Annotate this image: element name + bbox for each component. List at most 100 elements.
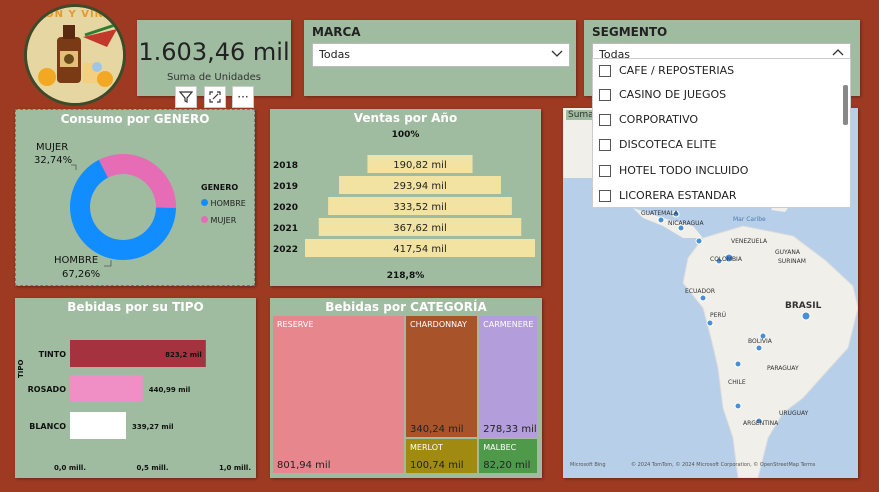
- funnel-year-label: 2020: [273, 203, 298, 213]
- map-label-uruguay: URUGUAY: [779, 410, 809, 417]
- map-label-argentina: ARGENTINA: [743, 420, 779, 427]
- map-label-chile: CHILE: [728, 379, 746, 386]
- treemap-tile-label: MERLOT: [410, 442, 443, 452]
- treemap-tile-value: 801,94 mil: [277, 460, 331, 471]
- categoria-title: Bebidas por CATEGORÍA: [325, 300, 487, 314]
- donut-slice-mujer[interactable]: [98, 154, 176, 208]
- more-options-icon[interactable]: ···: [232, 86, 254, 108]
- treemap-tile-label: CARMENERE: [483, 320, 534, 329]
- checkbox[interactable]: [599, 139, 611, 151]
- map-label-brasil: BRASIL: [785, 301, 822, 311]
- marca-dropdown[interactable]: Todas: [312, 43, 570, 67]
- funnel-year-label: 2021: [273, 224, 298, 234]
- legend-item-mujer[interactable]: MUJER: [201, 216, 236, 225]
- kpi-card[interactable]: 1.603,46 mil Suma de Unidades: [137, 20, 291, 96]
- checkbox[interactable]: [599, 89, 611, 101]
- segmento-title: SEGMENTO: [592, 25, 668, 39]
- genero-card[interactable]: Consumo por GENERO MUJER 32,74% HOMBRE 6…: [15, 109, 255, 286]
- treemap-tile-label: RESERVE: [277, 320, 314, 329]
- categoria-treemap[interactable]: RESERVE 801,94 mil CHARDONNAY 340,24 mil CAR…: [273, 316, 539, 475]
- marca-selected: Todas: [319, 48, 351, 61]
- treemap-tile-carmenere[interactable]: CARMENERE 278,33 mil: [479, 316, 537, 437]
- map-label-bolivia: BOLIVIA: [748, 338, 772, 345]
- segmento-option[interactable]: CASINO DE JUEGOS: [599, 85, 726, 105]
- treemap-tile-label: MALBEC: [483, 442, 517, 452]
- segmento-option[interactable]: HOTEL TODO INCLUIDO: [599, 161, 748, 181]
- bar-category-label: TINTO: [39, 350, 67, 359]
- legend-item-hombre[interactable]: HOMBRE: [201, 199, 246, 208]
- logo-text: RON Y VINO: [36, 9, 114, 20]
- funnel-bottom-label: 218,8%: [386, 271, 425, 281]
- segmento-option[interactable]: DISCOTECA ELITE: [599, 135, 716, 155]
- funnel-year-label: 2019: [273, 182, 298, 192]
- hombre-pct: 67,26%: [62, 269, 101, 280]
- funnel-value-label: 333,52 mil: [393, 202, 446, 213]
- treemap-tile-reserve[interactable]: RESERVE 801,94 mil: [273, 316, 405, 473]
- tipo-bar-chart[interactable]: TINTO 823,2 mil ROSADO 440,99 mil BLANCO 339,…: [15, 298, 256, 478]
- x-tick-label: 0,5 mill.: [137, 464, 169, 472]
- map-label-paraguay: PARAGUAY: [767, 365, 799, 372]
- bar-rosado[interactable]: [70, 375, 143, 402]
- map-label-sea: Mar Caribe: [733, 216, 766, 223]
- bar-category-label: BLANCO: [29, 422, 66, 431]
- mujer-pct: 32,74%: [34, 155, 73, 166]
- checkbox[interactable]: [599, 190, 611, 202]
- segmento-option[interactable]: CORPORATIVO: [599, 110, 698, 130]
- treemap-tile-merlot[interactable]: MERLOT 100,74 mil: [406, 438, 478, 473]
- map-bing-logo: Microsoft Bing: [570, 462, 606, 468]
- mujer-label: MUJER: [36, 142, 69, 153]
- treemap-tile-value: 278,33 mil: [483, 423, 537, 435]
- treemap-tile-value: 100,74 mil: [410, 459, 464, 471]
- visual-header-toolbar: ···: [175, 86, 257, 108]
- funnel-year-label: 2018: [273, 161, 298, 171]
- checkbox[interactable]: [599, 65, 611, 77]
- treemap-tile-label: CHARDONNAY: [410, 320, 467, 329]
- map-label-surinam: SURINAM: [778, 258, 806, 265]
- leader-line-hombre: [104, 260, 112, 267]
- list-scrollbar[interactable]: [843, 85, 848, 125]
- funnel-year-label: 2022: [273, 245, 298, 255]
- segmento-options-list[interactable]: CAFE / REPOSTERIAS CASINO DE JUEGOS CORP…: [592, 58, 851, 208]
- x-tick-label: 1,0 mill.: [219, 464, 251, 472]
- funnel-value-label: 190,82 mil: [393, 160, 446, 171]
- treemap-tile-value: 340,24 mil: [410, 423, 464, 435]
- filter-icon[interactable]: [175, 86, 197, 108]
- checkbox[interactable]: [599, 114, 611, 126]
- map-label-guatemala: GUATEMALA: [641, 210, 679, 217]
- ventas-funnel-chart[interactable]: 190,82 mil 2018 293,94 mil 2019 333,52 mil 20…: [270, 109, 541, 286]
- map-label-guyana: GUYANA: [775, 249, 800, 256]
- tipo-card[interactable]: Bebidas por su TIPO TIPO TINTO 823,2 mil R…: [15, 298, 256, 478]
- logo-illustration: [27, 7, 123, 103]
- chevron-down-icon: [551, 44, 563, 66]
- categoria-card[interactable]: Bebidas por CATEGORÍA RESERVE 801,94 mil C…: [270, 298, 542, 478]
- map-label-colombia: COLOMBIA: [710, 256, 742, 263]
- kpi-value: 1.603,46 mil: [138, 38, 290, 66]
- kpi-label: Suma de Unidades: [166, 72, 262, 83]
- treemap-tile-malbec[interactable]: MALBEC 82,20 mil: [479, 438, 537, 473]
- funnel-value-label: 367,62 mil: [393, 223, 446, 234]
- map-attribution[interactable]: © 2024 TomTom, © 2024 Microsoft Corporat…: [631, 462, 815, 468]
- treemap-tile-chardonnay[interactable]: CHARDONNAY 340,24 mil: [406, 316, 478, 437]
- segmento-option[interactable]: CAFE / REPOSTERIAS: [599, 61, 734, 81]
- funnel-value-label: 293,94 mil: [393, 181, 446, 192]
- ventas-card[interactable]: Ventas por Año 100% 190,82 mil 2018 293,94…: [270, 109, 541, 286]
- map-label-ecuador: ECUADOR: [685, 288, 715, 295]
- legend-title: GENERO: [201, 183, 239, 192]
- map-label-nicaragua: NICARAGUA: [668, 220, 704, 227]
- bar-category-label: ROSADO: [28, 385, 67, 394]
- map-label-peru: PERÚ: [710, 312, 726, 319]
- bar-value-label: 339,27 mil: [132, 423, 174, 431]
- focus-mode-icon[interactable]: [204, 86, 226, 108]
- marca-slicer: MARCA Todas: [304, 20, 576, 96]
- segmento-option[interactable]: LICORERA ESTANDAR: [599, 186, 737, 206]
- hombre-label: HOMBRE: [54, 255, 99, 266]
- bar-value-label: 823,2 mil: [165, 351, 202, 359]
- funnel-value-label: 417,54 mil: [393, 244, 446, 255]
- map-label-venezuela: VENEZUELA: [731, 238, 768, 245]
- brand-logo: RON Y VINO: [24, 4, 126, 106]
- marca-title: MARCA: [312, 25, 361, 39]
- bar-value-label: 440,99 mil: [149, 386, 191, 394]
- treemap-tile-value: 82,20 mil: [483, 459, 531, 471]
- checkbox[interactable]: [599, 165, 611, 177]
- bar-blanco[interactable]: [70, 412, 126, 439]
